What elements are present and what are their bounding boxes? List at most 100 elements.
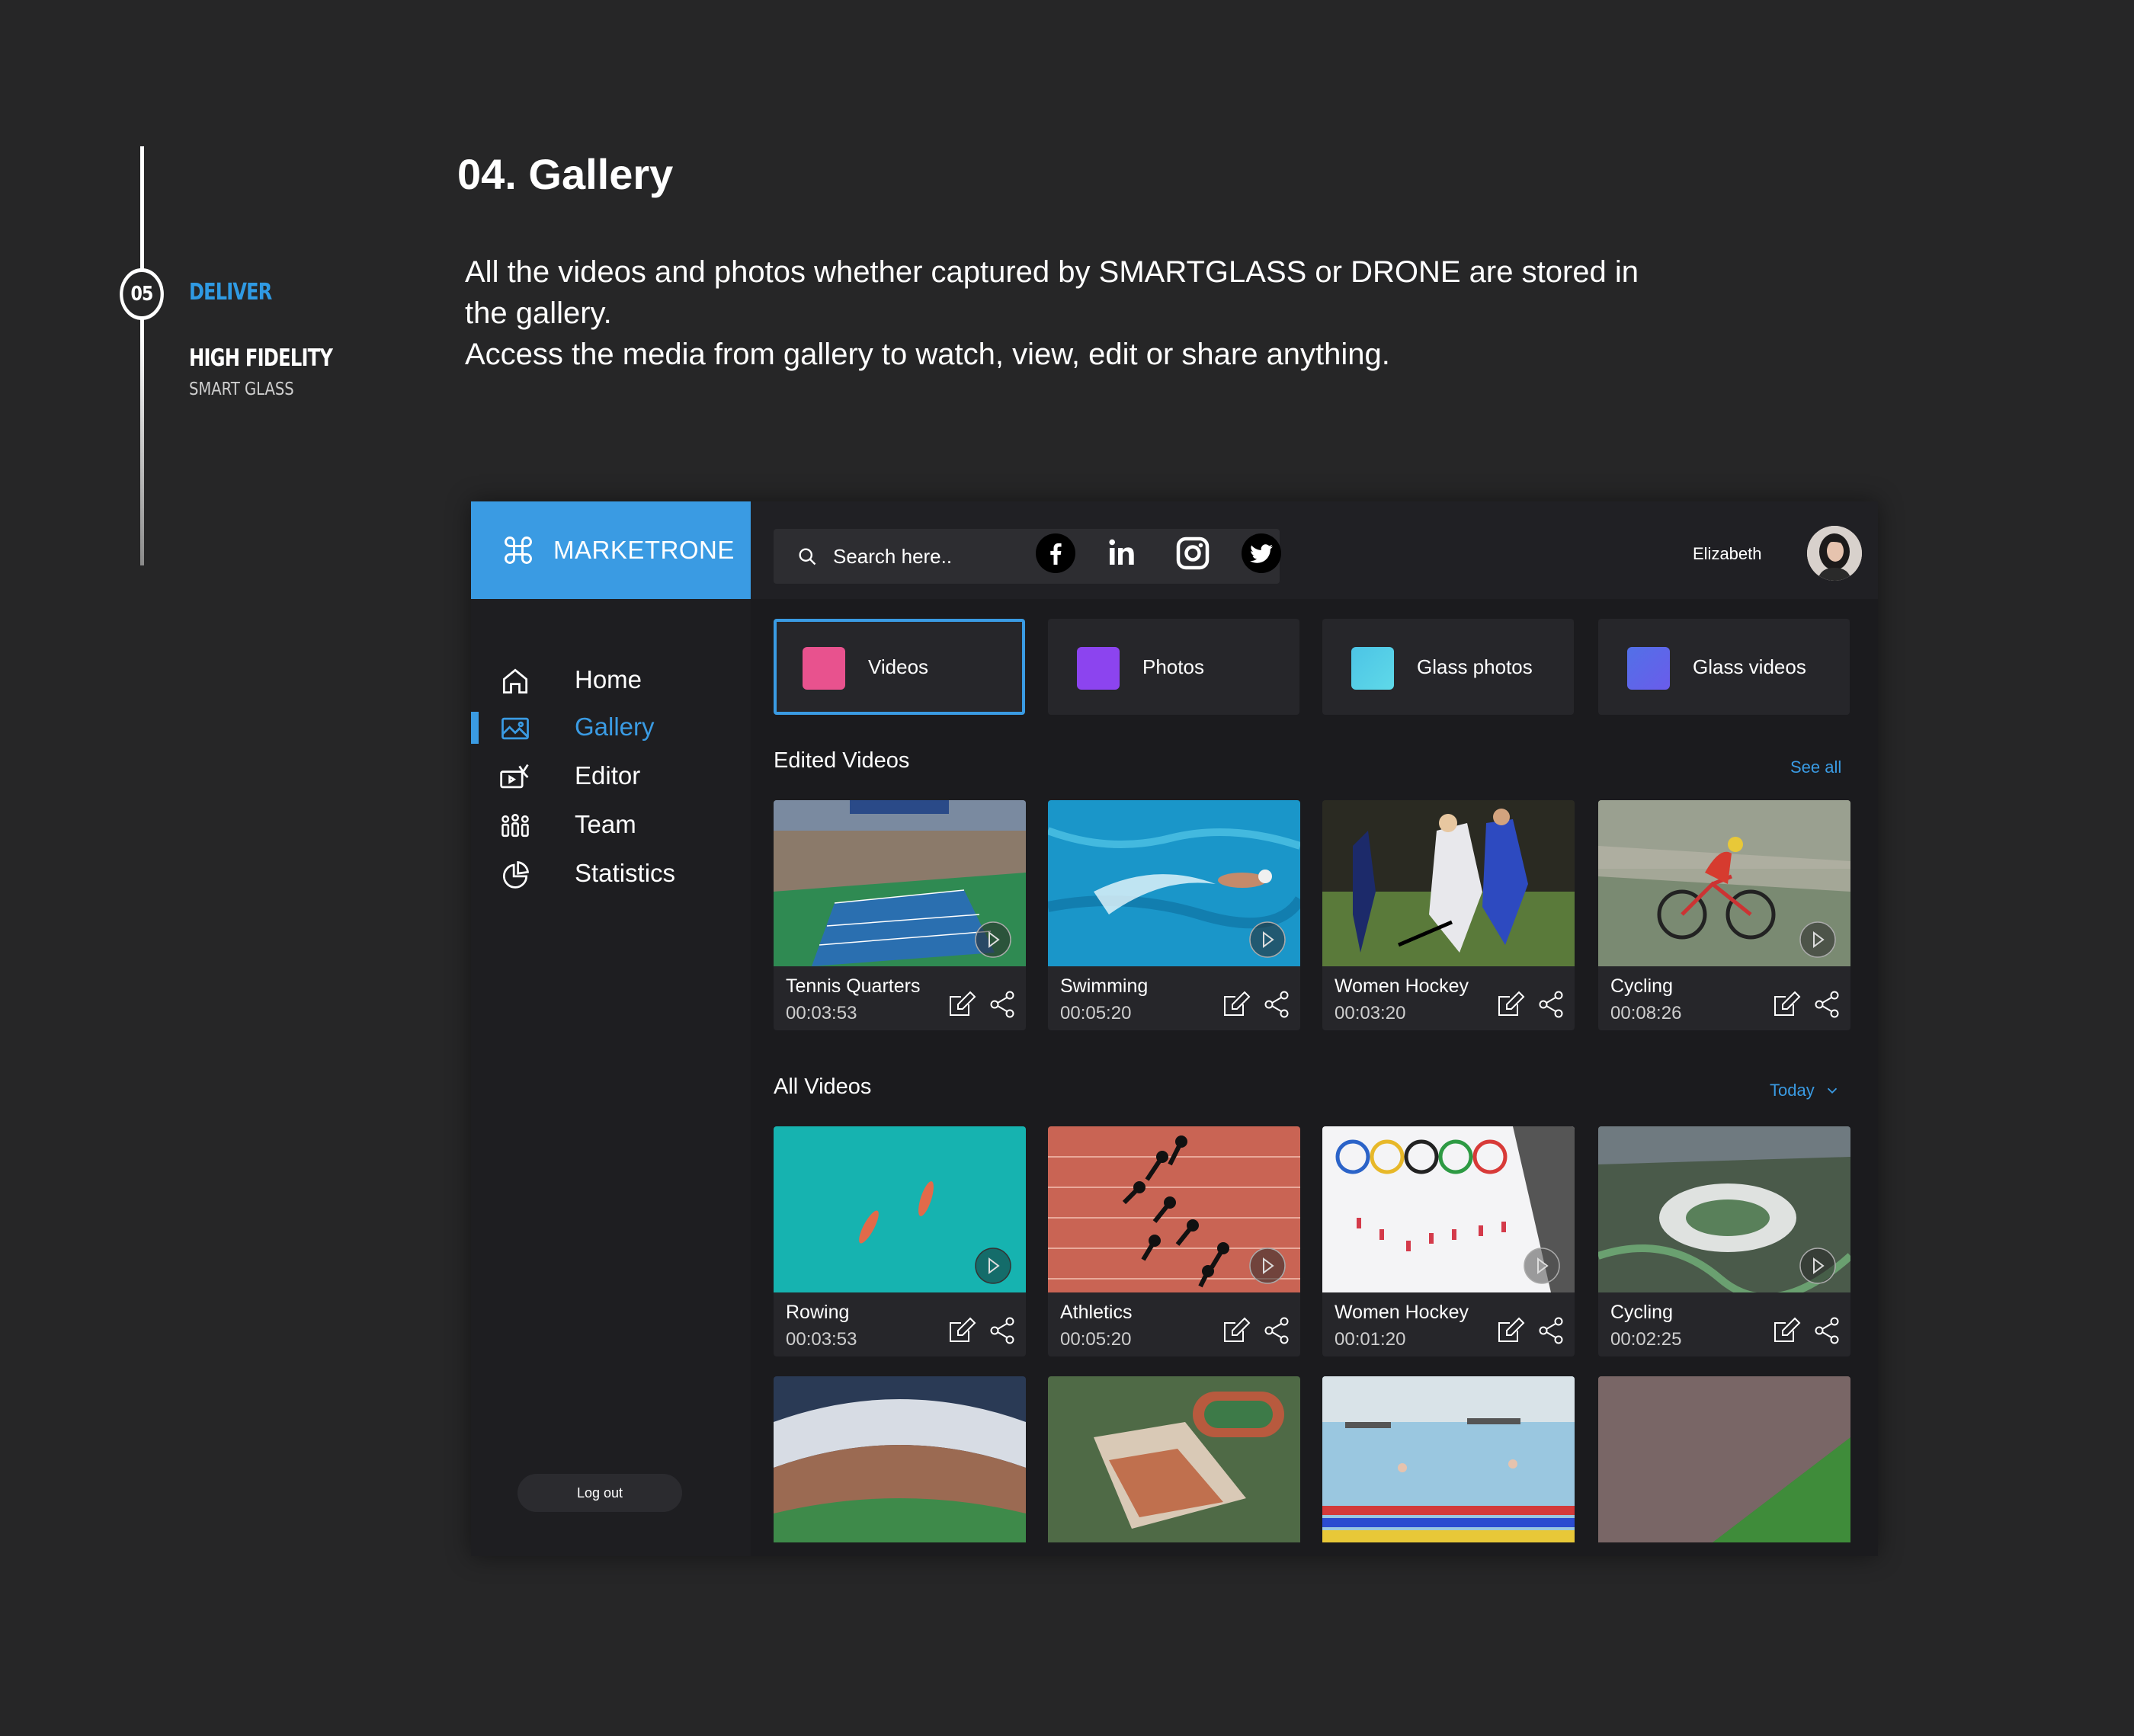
instagram-icon[interactable] <box>1173 533 1213 573</box>
share-icon[interactable] <box>1813 989 1841 1020</box>
sidebar-item-label: Home <box>575 665 642 693</box>
video-title: Swimming <box>1060 975 1149 997</box>
step-label: DELIVER <box>189 279 272 306</box>
category-videos[interactable]: Videos <box>774 619 1025 715</box>
category-label: Glass photos <box>1417 655 1533 678</box>
edit-icon[interactable] <box>1496 989 1527 1020</box>
edit-icon[interactable] <box>1772 1315 1802 1346</box>
sidebar-item-label: Editor <box>575 761 641 790</box>
share-icon[interactable] <box>988 1315 1016 1346</box>
section-title: 04. Gallery <box>457 150 674 198</box>
share-icon[interactable] <box>1537 1315 1565 1346</box>
user-name: Elizabeth <box>1693 544 1762 563</box>
video-duration: 00:08:26 <box>1610 1003 1682 1023</box>
edit-icon[interactable] <box>947 1315 978 1346</box>
today-filter-dropdown[interactable]: Today <box>1770 1081 1841 1100</box>
top-bar: Search here.. Elizabeth <box>751 501 1878 599</box>
edit-icon[interactable] <box>1772 989 1802 1020</box>
video-title: Women Hockey <box>1335 975 1469 997</box>
category-glass-videos[interactable]: Glass videos <box>1598 619 1850 715</box>
video-thumbnail[interactable] <box>1322 1376 1575 1542</box>
search-icon <box>799 548 816 565</box>
video-card[interactable]: Athletics 00:05:20 <box>1048 1126 1300 1356</box>
video-card[interactable]: Women Hockey 00:03:20 <box>1322 800 1575 1030</box>
video-thumbnail[interactable] <box>1598 1376 1850 1542</box>
play-icon[interactable] <box>974 1247 1012 1285</box>
video-card[interactable]: Swimming 00:05:20 <box>1048 800 1300 1030</box>
home-icon <box>502 668 528 694</box>
video-thumbnail[interactable] <box>774 1376 1026 1542</box>
category-photos[interactable]: Photos <box>1048 619 1299 715</box>
category-label: Glass videos <box>1693 655 1806 678</box>
play-icon[interactable] <box>1799 921 1837 959</box>
video-thumbnail[interactable] <box>1048 1376 1300 1542</box>
category-color-swatch <box>1351 647 1394 690</box>
brand-name: MARKETRONE <box>553 536 735 564</box>
share-icon[interactable] <box>1813 1315 1841 1346</box>
brand-bar[interactable]: MARKETRONE <box>471 501 751 599</box>
stage-subtitle: SMART GLASS <box>189 380 294 399</box>
play-icon[interactable] <box>1248 921 1286 959</box>
gallery-icon <box>501 717 529 740</box>
sidebar-item-label: Gallery <box>575 713 655 741</box>
active-indicator <box>471 712 479 744</box>
twitter-icon[interactable] <box>1242 533 1281 573</box>
play-icon[interactable] <box>1523 1247 1561 1285</box>
avatar-image <box>1807 526 1862 581</box>
video-duration: 00:03:53 <box>786 1003 857 1023</box>
share-icon[interactable] <box>1263 1315 1290 1346</box>
video-duration: 00:03:20 <box>1335 1003 1406 1023</box>
description-line: Access the media from gallery to watch, … <box>465 338 1390 371</box>
edit-icon[interactable] <box>1222 1315 1252 1346</box>
video-thumbnail <box>1322 800 1575 966</box>
see-all-link[interactable]: See all <box>1790 757 1841 777</box>
linkedin-icon[interactable] <box>1104 533 1144 573</box>
video-title: Women Hockey <box>1335 1302 1469 1323</box>
command-logo-icon <box>505 536 532 564</box>
edit-icon[interactable] <box>1496 1315 1527 1346</box>
video-title: Athletics <box>1060 1302 1133 1323</box>
video-duration: 00:01:20 <box>1335 1329 1406 1350</box>
video-card[interactable]: Tennis Quarters 00:03:53 <box>774 800 1026 1030</box>
stage-title: HIGH FIDELITY <box>189 344 333 372</box>
play-icon[interactable] <box>1799 1247 1837 1285</box>
category-glass-photos[interactable]: Glass photos <box>1322 619 1574 715</box>
facebook-icon[interactable] <box>1036 533 1075 573</box>
logout-button[interactable]: Log out <box>517 1474 682 1512</box>
team-icon <box>501 814 529 838</box>
play-icon[interactable] <box>974 921 1012 959</box>
play-icon[interactable] <box>1248 1247 1286 1285</box>
share-icon[interactable] <box>1537 989 1565 1020</box>
sidebar-item-label: Statistics <box>575 859 676 887</box>
category-label: Photos <box>1142 655 1204 678</box>
video-duration: 00:03:53 <box>786 1329 857 1350</box>
description-line: All the videos and photos whether captur… <box>465 255 1639 289</box>
statistics-icon <box>502 860 530 889</box>
share-icon[interactable] <box>1263 989 1290 1020</box>
search-placeholder: Search here.. <box>833 544 953 568</box>
edit-icon[interactable] <box>1222 989 1252 1020</box>
video-duration: 00:02:25 <box>1610 1329 1682 1350</box>
edit-icon[interactable] <box>947 989 978 1020</box>
video-title: Tennis Quarters <box>786 975 921 997</box>
sidebar-item-statistics[interactable]: Statistics <box>471 843 751 904</box>
video-duration: 00:05:20 <box>1060 1003 1132 1023</box>
description-line: the gallery. <box>465 296 612 330</box>
avatar[interactable] <box>1807 526 1862 581</box>
share-icon[interactable] <box>988 989 1016 1020</box>
edited-videos-heading: Edited Videos <box>774 748 910 773</box>
step-number: 05 <box>130 283 153 306</box>
sidebar: MARKETRONE Home Gallery Editor Team Stat… <box>471 501 751 1556</box>
all-videos-heading: All Videos <box>774 1075 872 1099</box>
step-number-badge: 05 <box>120 268 164 320</box>
editor-icon <box>500 764 529 789</box>
video-card[interactable]: Women Hockey 00:01:20 <box>1322 1126 1575 1356</box>
video-card[interactable]: Rowing 00:03:53 <box>774 1126 1026 1356</box>
category-color-swatch <box>1077 647 1120 690</box>
video-duration: 00:05:20 <box>1060 1329 1132 1350</box>
app-window: MARKETRONE Home Gallery Editor Team Stat… <box>471 501 1878 1556</box>
video-card[interactable]: Cycling 00:02:25 <box>1598 1126 1850 1356</box>
video-card[interactable]: Cycling 00:08:26 <box>1598 800 1850 1030</box>
progress-rail <box>140 146 144 565</box>
category-color-swatch <box>803 647 845 690</box>
